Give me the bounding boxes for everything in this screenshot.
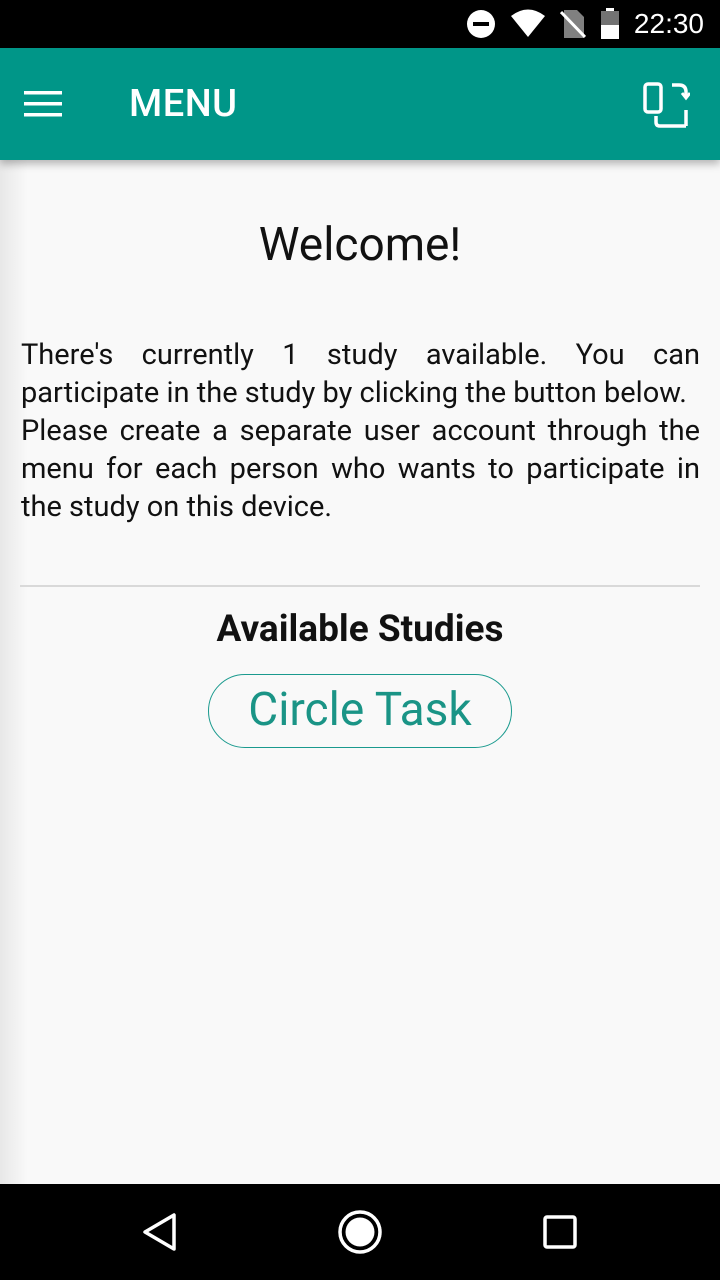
main-content: Welcome! There's currently 1 study avail… [0,160,720,1184]
device-switch-icon [643,82,692,128]
welcome-title: Welcome! [258,218,462,272]
wifi-icon [510,9,546,39]
intro-paragraph-1: There's currently 1 study available. You… [21,338,700,410]
back-button[interactable] [136,1208,184,1256]
battery-icon [600,8,620,40]
navigation-bar [0,1184,720,1280]
recents-icon [543,1215,577,1249]
back-icon [143,1213,176,1251]
recents-button[interactable] [536,1208,584,1256]
no-sim-icon [559,9,586,39]
do-not-disturb-icon [466,9,496,39]
available-studies-heading: Available Studies [216,608,504,651]
app-bar: MENU [0,48,720,160]
status-time: 22:30 [633,8,704,39]
divider [20,585,700,587]
study-button-circle-task[interactable]: Circle Task [208,674,512,748]
menu-button[interactable] [24,80,88,128]
switch-device-button[interactable] [642,82,692,130]
hamburger-menu-icon [24,91,62,117]
home-icon [338,1210,382,1254]
status-icons: 22:30 [452,0,704,48]
intro-paragraph-2: Please create a separate user account th… [21,414,700,524]
app-title: MENU [129,82,238,126]
home-button[interactable] [336,1208,384,1256]
intro-text: There's currently 1 study available. You… [21,336,700,526]
status-bar: 22:30 [0,0,720,48]
